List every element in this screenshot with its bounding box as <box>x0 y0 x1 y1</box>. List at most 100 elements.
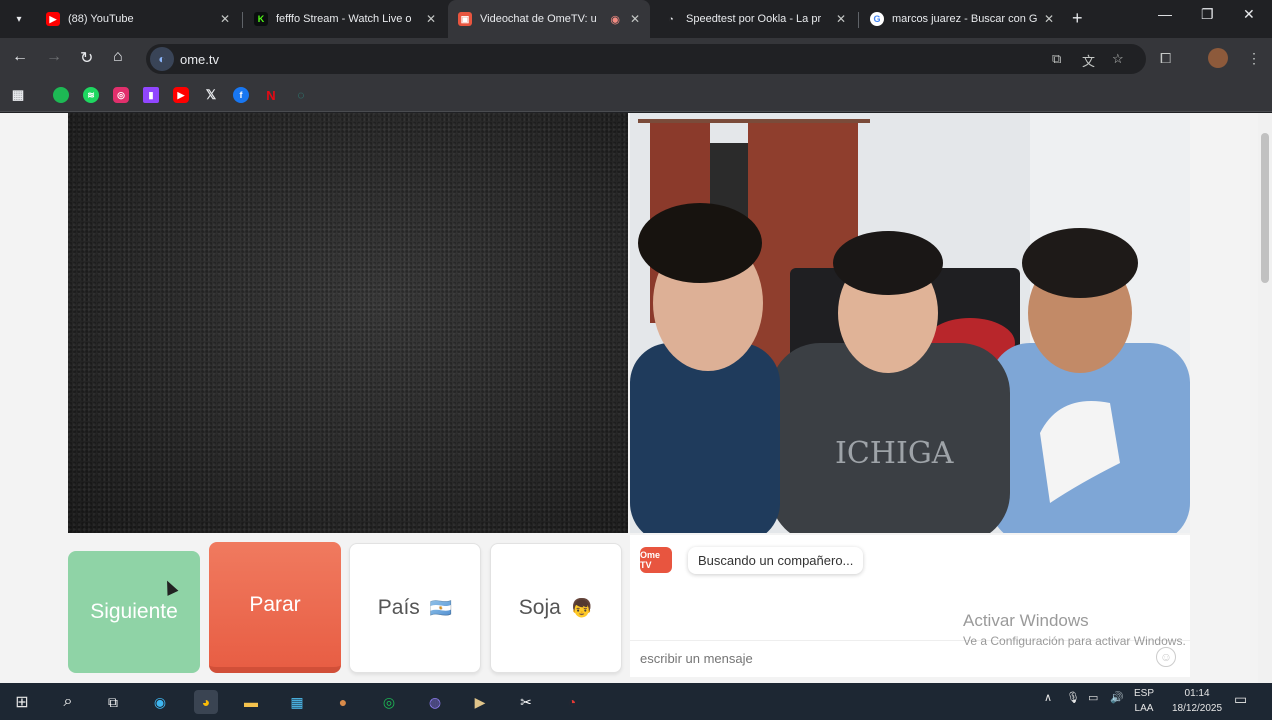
tray-expand-icon[interactable]: ∧ <box>1044 691 1052 704</box>
chrome-icon[interactable]: ◕ <box>194 690 218 714</box>
bookmark-star-icon[interactable]: ☆ <box>1112 51 1124 67</box>
close-icon[interactable]: ✕ <box>630 12 640 26</box>
tab-title: Speedtest por Ookla - La pr <box>686 13 822 25</box>
forward-icon[interactable]: → <box>46 48 62 66</box>
capcut-icon[interactable]: ✂ <box>514 690 538 714</box>
gender-label: Soja <box>518 596 561 619</box>
close-icon[interactable]: ✕ <box>1044 12 1054 26</box>
message-input[interactable] <box>640 651 1170 666</box>
home-icon[interactable]: ⌂ <box>113 48 123 66</box>
activate-windows-subtitle: Ve a Configuración para activar Windows. <box>963 634 1186 648</box>
file-explorer-icon[interactable]: ▬ <box>239 690 263 714</box>
menu-icon[interactable]: ⋮ <box>1247 50 1261 67</box>
restore-icon[interactable]: ❐ <box>1201 6 1214 23</box>
minimize-icon[interactable]: — <box>1158 6 1172 22</box>
windows-start-icon[interactable]: ⊞ <box>10 690 34 714</box>
tab-speedtest[interactable]: ◔ Speedtest por Ookla - La pr ✕ <box>654 0 856 38</box>
remote-video: ICHIGA <box>630 113 1190 533</box>
recording-icon: ◉ <box>610 13 620 26</box>
argentina-flag-icon: 🇦🇷 <box>429 597 453 618</box>
tab-search-icon[interactable]: ▾ <box>8 8 30 30</box>
install-app-icon[interactable]: ⧉ <box>1052 51 1061 67</box>
browser-toolbar: ← → ↻ ⌂ ◐ ome.tv ⧉ 文 ☆ ⧠ ⋮ <box>0 38 1272 80</box>
ometv-icon: ▣ <box>458 12 472 26</box>
kick-icon: K <box>254 12 268 26</box>
ometv-logo: Ome TV <box>640 547 672 573</box>
x-icon[interactable]: 𝕏 <box>203 87 219 103</box>
scrollbar-thumb[interactable] <box>1261 133 1269 283</box>
close-icon[interactable]: ✕ <box>220 12 230 26</box>
activate-windows-title: Activar Windows <box>963 611 1089 630</box>
country-filter-button[interactable]: País 🇦🇷 <box>349 543 481 673</box>
translate-icon[interactable]: 文 <box>1082 51 1095 70</box>
instagram-icon[interactable]: ◎ <box>113 87 129 103</box>
tab-kick[interactable]: K fefffo Stream - Watch Live o ✕ <box>244 0 446 38</box>
bookmarks-bar: ▦ ≋ ◎ ▮ ▶ 𝕏 f N ◌ <box>0 80 1272 112</box>
next-button-label: Siguiente <box>90 600 178 623</box>
apps-grid-icon[interactable]: ▦ <box>10 87 26 103</box>
svg-text:ICHIGA: ICHIGA <box>835 436 954 471</box>
address-bar[interactable]: ◐ ome.tv ⧉ 文 ☆ <box>146 44 1146 74</box>
stop-button[interactable]: Parar <box>209 542 341 673</box>
twitch-icon[interactable]: ▮ <box>143 87 159 103</box>
discord-icon[interactable]: ◍ <box>423 690 447 714</box>
page-scrollbar[interactable] <box>1258 113 1272 683</box>
system-clock[interactable]: 01:14 18/12/2025 <box>1172 686 1222 716</box>
chat-status-message: Buscando un compañero... <box>688 547 864 574</box>
close-icon[interactable]: ✕ <box>836 12 846 26</box>
spotify-green-icon[interactable] <box>53 87 69 103</box>
tab-youtube[interactable]: ▶ (88) YouTube ✕ <box>36 0 240 38</box>
tradingview-icon[interactable]: ◌ <box>293 87 309 103</box>
microphone-icon[interactable]: 🎙 <box>1066 691 1080 704</box>
language-indicator[interactable]: ESP LAA <box>1134 686 1154 716</box>
lang-code: ESP <box>1134 688 1155 699</box>
facebook-icon[interactable]: f <box>233 87 249 103</box>
layout-code: LAA <box>1134 703 1154 714</box>
tab-google[interactable]: G marcos juarez - Buscar con G ✕ <box>860 0 1064 38</box>
youtube-icon: ▶ <box>46 12 60 26</box>
network-icon[interactable]: ▭ <box>1088 691 1098 704</box>
site-info-icon[interactable]: ◐ <box>150 47 174 71</box>
local-video-static <box>68 113 628 533</box>
google-icon: G <box>870 12 884 26</box>
profile-avatar[interactable] <box>1208 48 1228 68</box>
notifications-icon[interactable]: ▭ <box>1234 691 1247 708</box>
clock-time: 01:14 <box>1184 688 1210 699</box>
tab-strip: ▾ ▶ (88) YouTube ✕ K fefffo Stream - Wat… <box>0 0 1272 38</box>
volume-icon[interactable]: 🔊 <box>1110 691 1124 704</box>
reload-icon[interactable]: ↻ <box>80 48 93 68</box>
microsoft-store-icon[interactable]: ▦ <box>285 690 309 714</box>
netflix-icon[interactable]: N <box>263 87 279 103</box>
youtube-bookmark-icon[interactable]: ▶ <box>173 87 189 103</box>
ometv-page: ICHIGA Siguiente Parar País 🇦🇷 Soja 👦 Om… <box>0 113 1272 683</box>
boy-emoji-icon: 👦 <box>570 597 594 618</box>
close-icon[interactable]: ✕ <box>426 12 436 26</box>
tab-title: (88) YouTube <box>68 13 134 25</box>
tab-title: fefffo Stream - Watch Live o <box>276 13 412 25</box>
windows-taskbar: ⊞ ⌕ ⧉ ◉ ◕ ▬ ▦ ● ◎ ◍ ▶ ✂ ◔ ∧ 🎙 ▭ 🔊 ESP LA… <box>0 683 1272 720</box>
emoji-picker-icon[interactable]: ☺ <box>1156 647 1176 667</box>
app-icon[interactable]: ● <box>331 690 355 714</box>
stop-button-label: Parar <box>249 592 301 616</box>
media-player-icon[interactable]: ▶ <box>468 690 492 714</box>
remote-video-scene: ICHIGA <box>630 113 1190 533</box>
task-view-icon[interactable]: ⧉ <box>101 690 125 714</box>
back-icon[interactable]: ← <box>12 48 28 66</box>
close-window-icon[interactable]: ✕ <box>1243 6 1255 23</box>
chat-panel: Ome TV Buscando un compañero... ☺ <box>630 535 1190 677</box>
spotify-icon[interactable]: ≋ <box>83 87 99 103</box>
search-icon[interactable]: ⌕ <box>56 690 80 714</box>
address-url[interactable]: ome.tv <box>180 52 219 67</box>
tab-title: Videochat de OmeTV: u <box>480 13 597 25</box>
next-button[interactable]: Siguiente <box>68 551 200 673</box>
edge-icon[interactable]: ◉ <box>148 690 172 714</box>
spotify-taskbar-icon[interactable]: ◎ <box>377 690 401 714</box>
extensions-icon[interactable]: ⧠ <box>1160 50 1171 67</box>
tab-title: marcos juarez - Buscar con G <box>892 13 1038 25</box>
gender-filter-button[interactable]: Soja 👦 <box>490 543 622 673</box>
obs-icon[interactable]: ◔ <box>560 690 584 714</box>
country-label: País <box>377 596 420 619</box>
clock-date: 18/12/2025 <box>1172 703 1223 714</box>
new-tab-button[interactable]: + <box>1072 8 1083 29</box>
tab-ometv[interactable]: ▣ Videochat de OmeTV: u ◉ ✕ <box>448 0 650 38</box>
